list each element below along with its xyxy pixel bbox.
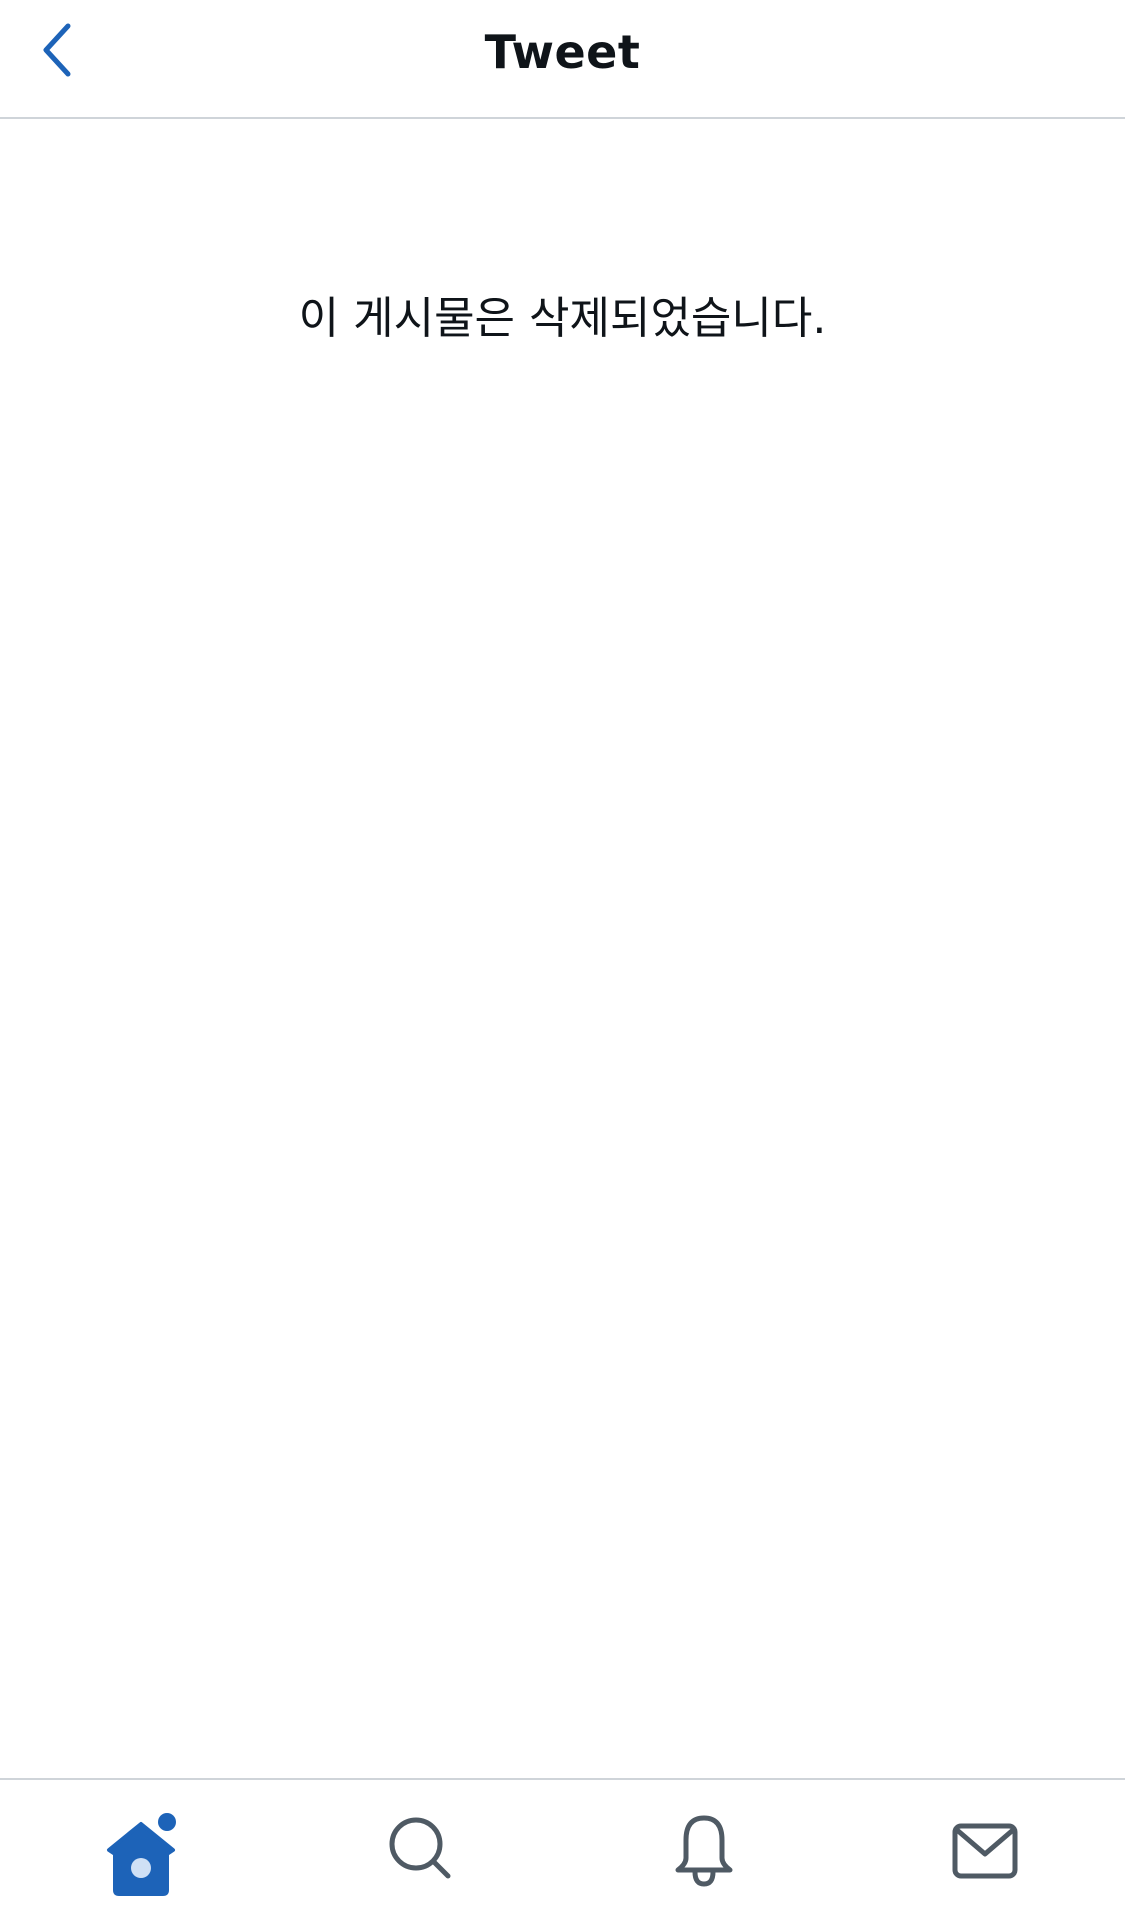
search-icon <box>389 1817 451 1879</box>
new-content-indicator <box>158 1813 176 1831</box>
page-title: Tweet <box>484 25 641 79</box>
tab-messages[interactable] <box>915 1780 1055 1928</box>
envelope-icon <box>952 1823 1018 1879</box>
bottom-tab-bar <box>0 1778 1125 1928</box>
top-nav-bar: Tweet <box>0 0 1125 119</box>
deleted-post-message: 이 게시물은 삭제되었습니다. <box>298 293 827 344</box>
tab-notifications[interactable] <box>634 1780 774 1928</box>
home-icon <box>107 1813 176 1896</box>
tab-search[interactable] <box>352 1780 492 1928</box>
bell-icon <box>675 1815 733 1887</box>
tab-home[interactable] <box>71 1780 211 1928</box>
tweet-detail-content: 이 게시물은 삭제되었습니다. <box>0 119 1125 1779</box>
